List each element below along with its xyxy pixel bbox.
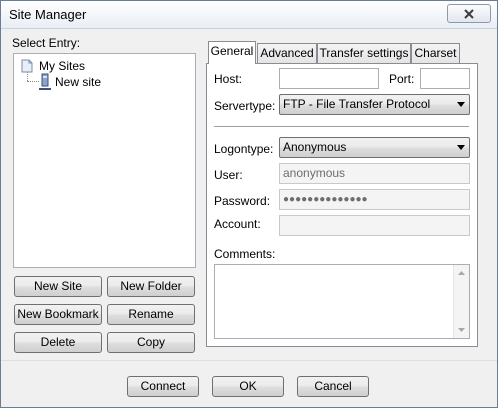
separator — [214, 126, 469, 128]
password-label: Password: — [214, 194, 271, 208]
select-entry-label: Select Entry: — [12, 36, 81, 50]
servertype-select[interactable]: FTP - File Transfer Protocol — [279, 94, 470, 115]
copy-button[interactable]: Copy — [107, 332, 195, 353]
comments-label: Comments: — [214, 247, 276, 261]
new-folder-button[interactable]: New Folder — [107, 276, 195, 297]
rename-button[interactable]: Rename — [107, 304, 195, 325]
tab-charset[interactable]: Charset — [411, 43, 460, 63]
comments-scrollbar[interactable] — [453, 265, 469, 338]
host-label: Host: — [214, 72, 243, 86]
account-input[interactable] — [279, 215, 470, 236]
server-icon — [39, 73, 51, 90]
user-input[interactable]: anonymous — [279, 163, 470, 184]
connect-button[interactable]: Connect — [127, 376, 199, 397]
site-manager-window: Site Manager Select Entry: My Sites New … — [0, 0, 498, 408]
tab-advanced[interactable]: Advanced — [257, 43, 317, 63]
scroll-down-icon[interactable] — [458, 328, 465, 332]
account-label: Account: — [214, 217, 261, 231]
delete-button[interactable]: Delete — [14, 332, 102, 353]
servertype-label: Servertype: — [214, 99, 276, 113]
user-label: User: — [214, 168, 243, 182]
logontype-label: Logontype: — [214, 142, 274, 156]
new-bookmark-button[interactable]: New Bookmark — [14, 304, 102, 325]
tab-general[interactable]: General — [208, 41, 256, 64]
password-input[interactable]: ●●●●●●●●●●●●●● — [279, 189, 470, 210]
logontype-select[interactable]: Anonymous — [279, 137, 470, 158]
tree-connector — [27, 72, 28, 81]
logontype-value: Anonymous — [283, 140, 347, 154]
window-title: Site Manager — [9, 7, 87, 22]
scroll-up-icon[interactable] — [458, 271, 465, 275]
ok-button[interactable]: OK — [212, 376, 284, 397]
chevron-down-icon — [457, 145, 465, 150]
title-bar: Site Manager — [1, 1, 497, 29]
comments-textarea[interactable] — [214, 264, 470, 339]
close-button[interactable] — [447, 4, 491, 23]
footer-divider — [1, 360, 497, 361]
tab-transfer-settings[interactable]: Transfer settings — [317, 43, 411, 63]
host-input[interactable] — [279, 68, 379, 89]
site-tree[interactable]: My Sites New site — [13, 53, 196, 268]
chevron-down-icon — [457, 102, 465, 107]
port-input[interactable] — [420, 68, 470, 89]
cancel-button[interactable]: Cancel — [297, 376, 369, 397]
servertype-value: FTP - File Transfer Protocol — [283, 97, 431, 111]
tree-child-label: New site — [55, 75, 102, 89]
port-label: Port: — [389, 72, 415, 86]
close-icon — [464, 9, 474, 19]
tree-root-label: My Sites — [39, 59, 86, 73]
new-site-button[interactable]: New Site — [14, 276, 102, 297]
